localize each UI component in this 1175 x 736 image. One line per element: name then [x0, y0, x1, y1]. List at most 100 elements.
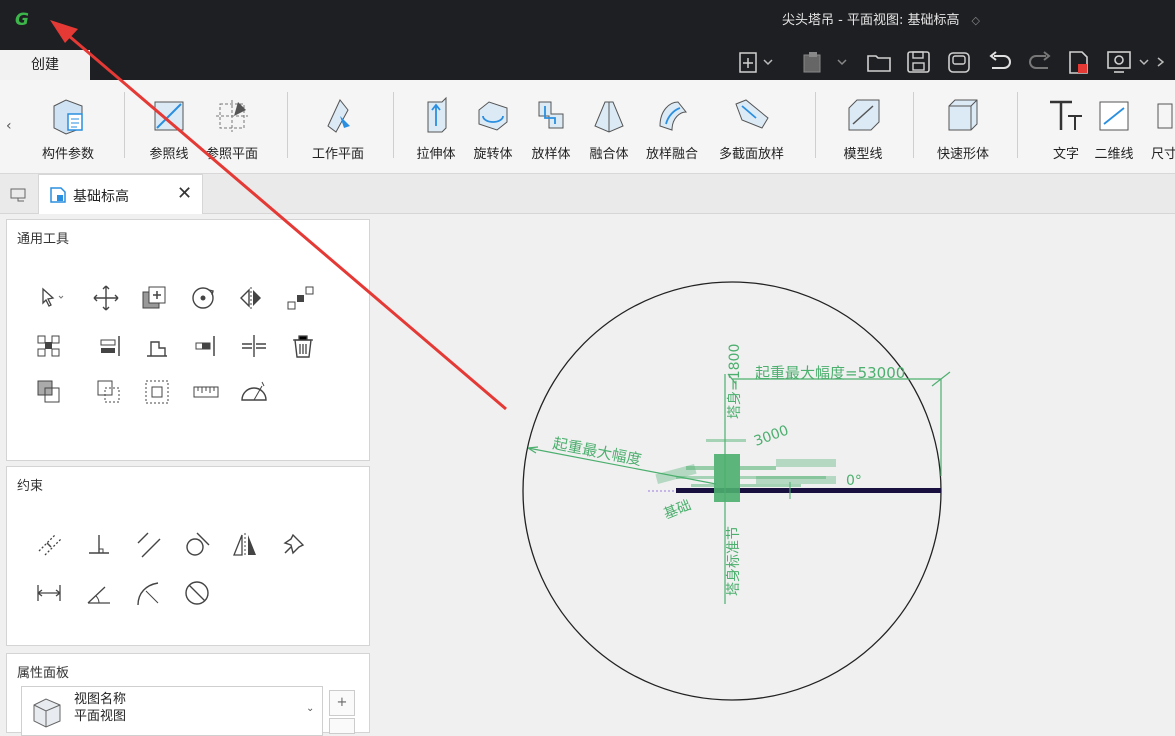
export-icon[interactable]	[1066, 50, 1092, 74]
blend-button[interactable]: 融合体	[589, 96, 629, 162]
dimension-button[interactable]: 尺寸	[1151, 96, 1175, 162]
sweep-icon	[531, 96, 571, 136]
drawing-canvas[interactable]: 起重最大幅度=53000 起重最大幅度 塔身=1800 塔身标准节 基础 0° …	[376, 214, 1175, 732]
diameter-dim-icon[interactable]	[181, 577, 213, 609]
app-logo[interactable]: G	[12, 7, 34, 29]
ref-line-icon	[149, 96, 189, 136]
title-chevron-icon[interactable]: ◇	[971, 14, 979, 27]
ref-plane-icon	[206, 96, 258, 136]
constraints-panel: 约束	[6, 466, 370, 646]
work-plane-icon	[312, 96, 364, 136]
tower-section-label: 塔身标准节	[726, 526, 742, 596]
text-button[interactable]: 文字	[1046, 96, 1086, 162]
plan-view-drawing: 起重最大幅度=53000 起重最大幅度 塔身=1800 塔身标准节 基础 0° …	[522, 281, 951, 701]
multi-section-icon	[719, 96, 784, 136]
array-icon[interactable]	[284, 282, 316, 314]
blend-icon	[589, 96, 629, 136]
new-file-icon[interactable]	[738, 50, 774, 74]
ribbon-collapse-icon[interactable]: ‹	[6, 118, 12, 134]
settings-icon[interactable]	[1106, 50, 1164, 74]
angular-dim-icon[interactable]	[83, 577, 115, 609]
extrude-button[interactable]: 拉伸体	[416, 96, 456, 162]
tab-list-icon[interactable]	[10, 188, 28, 202]
pin-icon[interactable]	[277, 529, 309, 561]
ref-plane-button[interactable]: 参照平面	[206, 96, 258, 162]
component-params-button[interactable]: 构件参数	[42, 96, 94, 162]
title-bar: G 尖头塔吊 - 平面视图: 基础标高 ◇	[0, 0, 1175, 36]
align-icon[interactable]	[33, 330, 65, 362]
revolve-button[interactable]: 旋转体	[473, 96, 513, 162]
quick-shape-icon	[937, 96, 989, 136]
window-title: 尖头塔吊 - 平面视图: 基础标高 ◇	[782, 13, 980, 28]
max-radius-label-left: 起重最大幅度	[551, 434, 643, 469]
extend-icon[interactable]	[238, 330, 270, 362]
undo-icon[interactable]	[986, 50, 1014, 74]
revolve-icon	[473, 96, 513, 136]
parallel-icon[interactable]	[132, 529, 164, 561]
multi-section-button[interactable]: 多截面放样	[719, 96, 784, 162]
svg-text:G: G	[15, 10, 29, 29]
clipboard-icon[interactable]	[800, 50, 854, 74]
tangent-icon[interactable]	[181, 529, 213, 561]
radius-dim-icon[interactable]	[132, 577, 164, 609]
tab-create[interactable]: 创建	[0, 50, 90, 80]
add-button[interactable]: +	[329, 690, 355, 716]
quick-shape-button[interactable]: 快速形体	[937, 96, 989, 162]
angle-label: 0°	[846, 473, 862, 489]
component-params-icon	[42, 96, 94, 136]
ref-line-button[interactable]: 参照线	[149, 96, 189, 162]
redo-icon[interactable]	[1026, 50, 1054, 74]
2d-line-button[interactable]: 二维线	[1094, 96, 1134, 162]
quick-access-bar: 创建	[0, 36, 1175, 80]
view-cube-icon	[33, 698, 61, 728]
panel-title: 属性面板	[17, 666, 70, 681]
dimension-icon	[1151, 96, 1175, 136]
coincident-icon[interactable]	[33, 529, 65, 561]
panel-title: 约束	[17, 479, 44, 494]
panel-title: 通用工具	[17, 232, 70, 247]
perpendicular-icon[interactable]	[83, 529, 115, 561]
properties-panel: 属性面板 视图名称 平面视图 ⌄ +	[6, 653, 370, 736]
view-name-text: 视图名称 平面视图	[74, 692, 127, 724]
select-icon[interactable]	[35, 282, 67, 314]
trim-icon[interactable]	[141, 330, 173, 362]
move-icon[interactable]	[90, 282, 122, 314]
plan-view-icon	[50, 187, 66, 203]
save-icon[interactable]	[906, 50, 932, 74]
horizontal-dim-icon[interactable]	[33, 577, 65, 609]
create-group-icon[interactable]	[141, 376, 173, 408]
rotate-icon[interactable]	[187, 282, 219, 314]
view-type-selector[interactable]: 视图名称 平面视图 ⌄	[21, 686, 323, 736]
sweep-button[interactable]: 放样体	[531, 96, 571, 162]
max-radius-label-right: 起重最大幅度=53000	[755, 364, 905, 382]
save-as-icon[interactable]	[946, 50, 972, 74]
foundation-label: 基础	[661, 496, 693, 522]
open-folder-icon[interactable]	[866, 50, 892, 74]
model-line-button[interactable]: 模型线	[843, 96, 883, 162]
sweep-blend-button[interactable]: 放样融合	[646, 96, 698, 162]
group-icon[interactable]	[33, 376, 65, 408]
extrude-icon	[416, 96, 456, 136]
measure-icon[interactable]	[190, 376, 222, 408]
text-icon	[1046, 96, 1086, 136]
tab-label: 基础标高	[73, 189, 129, 205]
offset-icon[interactable]	[93, 330, 125, 362]
symmetry-icon[interactable]	[229, 529, 261, 561]
2d-line-icon	[1094, 96, 1134, 136]
ungroup-icon[interactable]	[93, 376, 125, 408]
general-tools-panel: 通用工具	[6, 219, 370, 461]
dimension-label: 3000	[752, 423, 791, 450]
ribbon: ‹ 构件参数 参照线 参照平面 工作平面 拉伸体 旋转体 放样体 融合体 放样融…	[0, 80, 1175, 174]
tab-foundation-level[interactable]: 基础标高 ✕	[38, 174, 203, 214]
work-plane-button[interactable]: 工作平面	[312, 96, 364, 162]
copy-icon[interactable]	[138, 282, 170, 314]
mirror-icon[interactable]	[235, 282, 267, 314]
split-icon[interactable]	[190, 330, 222, 362]
angle-measure-icon[interactable]	[238, 376, 270, 408]
tower-height-label: 塔身=1800	[727, 344, 743, 419]
document-tab-bar: 基础标高 ✕	[0, 174, 1175, 214]
delete-icon[interactable]	[287, 330, 319, 362]
close-icon[interactable]: ✕	[177, 183, 192, 204]
chevron-down-icon[interactable]: ⌄	[306, 703, 314, 714]
sweep-blend-icon	[646, 96, 698, 136]
